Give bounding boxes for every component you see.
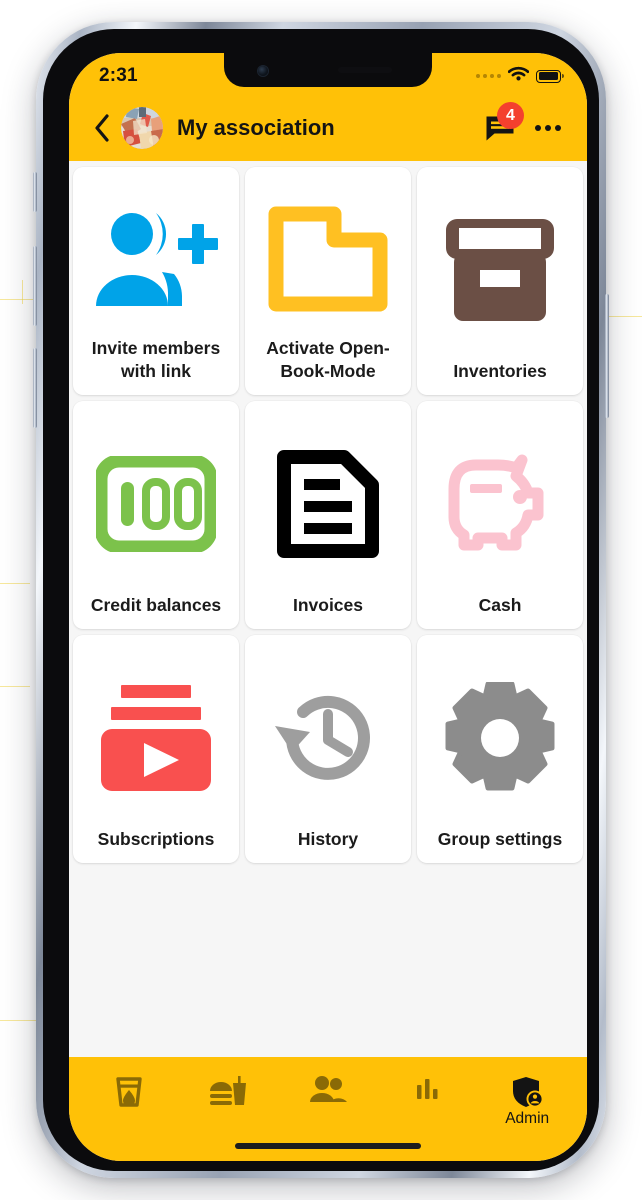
gear-icon <box>445 682 555 791</box>
tile-label: Subscriptions <box>97 828 215 849</box>
phone-device-frame: 2:31 My association 4 Invite members wit… <box>33 22 609 1178</box>
nav-item-drinks[interactable] <box>86 1075 172 1133</box>
tile-label: History <box>297 828 359 849</box>
tile-icon-wrap <box>251 415 405 594</box>
chat-button[interactable]: 4 <box>481 102 524 148</box>
guide-line <box>0 583 30 584</box>
tile-icon-wrap <box>251 181 405 337</box>
cellular-dots-icon <box>476 74 501 78</box>
nav-item-members[interactable] <box>285 1075 371 1133</box>
nav-item-food[interactable] <box>185 1075 271 1133</box>
main-content: Invite members with link Activate Open-B… <box>69 161 587 1057</box>
tile-icon-wrap <box>423 181 577 360</box>
drink-glass-icon <box>116 1077 142 1107</box>
tile-label: Credit balances <box>90 594 222 615</box>
tile-cash[interactable]: Cash <box>417 401 583 629</box>
tile-label: Activate Open-Book-Mode <box>266 337 390 381</box>
guide-line <box>22 280 23 304</box>
earpiece-speaker <box>338 67 392 73</box>
bottom-navigation: Admin <box>69 1057 587 1161</box>
piggy-bank-icon <box>448 454 544 551</box>
tile-icon-wrap <box>423 649 577 828</box>
group-photo-avatar <box>121 107 163 149</box>
people-icon <box>309 1076 347 1102</box>
phone-bezel: 2:31 My association 4 Invite members wit… <box>43 29 599 1171</box>
tile-inventories[interactable]: Inventories <box>417 167 583 395</box>
avatar[interactable] <box>121 107 163 149</box>
tile-icon-wrap <box>79 181 233 337</box>
tile-label: Cash <box>478 594 522 615</box>
video-play-stack-icon <box>101 685 211 792</box>
wifi-icon <box>507 66 530 86</box>
tile-activate-open-book-mode[interactable]: Activate Open-Book-Mode <box>245 167 411 395</box>
phone-screen: 2:31 My association 4 Invite members wit… <box>69 53 587 1161</box>
guide-line <box>0 686 30 687</box>
tile-icon-wrap <box>251 649 405 828</box>
more-options-button[interactable] <box>531 108 565 148</box>
archive-box-icon <box>446 219 554 322</box>
banknote-100-icon <box>96 456 216 553</box>
tile-history[interactable]: History <box>245 635 411 863</box>
document-lines-icon <box>277 450 379 559</box>
tile-subscriptions[interactable]: Subscriptions <box>73 635 239 863</box>
tile-label: Group settings <box>437 828 563 849</box>
nav-label: Admin <box>505 1110 550 1127</box>
bar-chart-icon <box>416 1079 438 1099</box>
volume-down-button[interactable] <box>33 348 37 428</box>
chat-unread-badge: 4 <box>497 102 524 129</box>
mute-switch[interactable] <box>33 172 37 212</box>
tile-label: Invite members with link <box>91 337 221 381</box>
tile-invite-members-with-link[interactable]: Invite members with link <box>73 167 239 395</box>
app-bar: My association 4 <box>69 95 587 161</box>
tile-label: Inventories <box>453 360 547 381</box>
admin-tile-grid: Invite members with link Activate Open-B… <box>69 163 587 863</box>
front-camera-icon <box>258 66 268 76</box>
status-clock: 2:31 <box>99 65 138 86</box>
open-folder-icon <box>268 206 388 312</box>
nav-item-stats[interactable] <box>385 1075 471 1133</box>
tile-label: Invoices <box>292 594 364 615</box>
more-options-icon <box>555 125 561 131</box>
nav-item-admin[interactable]: Admin <box>484 1075 570 1133</box>
person-add-icon <box>96 212 218 306</box>
tile-icon-wrap <box>79 649 233 828</box>
tile-icon-wrap <box>423 415 577 594</box>
shield-admin-icon <box>513 1077 544 1108</box>
phone-notch <box>224 53 432 87</box>
tile-credit-balances[interactable]: Credit balances <box>73 401 239 629</box>
screenshot-scene: 2:31 My association 4 Invite members wit… <box>0 0 642 1200</box>
home-indicator[interactable] <box>235 1143 421 1149</box>
fast-food-icon <box>210 1076 247 1105</box>
back-button[interactable] <box>87 108 117 148</box>
battery-full-icon <box>536 69 564 83</box>
page-title: My association <box>177 115 335 140</box>
tile-invoices[interactable]: Invoices <box>245 401 411 629</box>
power-button[interactable] <box>605 294 609 418</box>
status-indicators <box>476 66 564 86</box>
volume-up-button[interactable] <box>33 246 37 326</box>
back-chevron-icon <box>95 114 109 142</box>
tile-icon-wrap <box>79 415 233 594</box>
more-options-icon <box>545 125 551 131</box>
tile-group-settings[interactable]: Group settings <box>417 635 583 863</box>
more-options-icon <box>535 125 541 131</box>
clock-rewind-icon <box>275 696 370 781</box>
